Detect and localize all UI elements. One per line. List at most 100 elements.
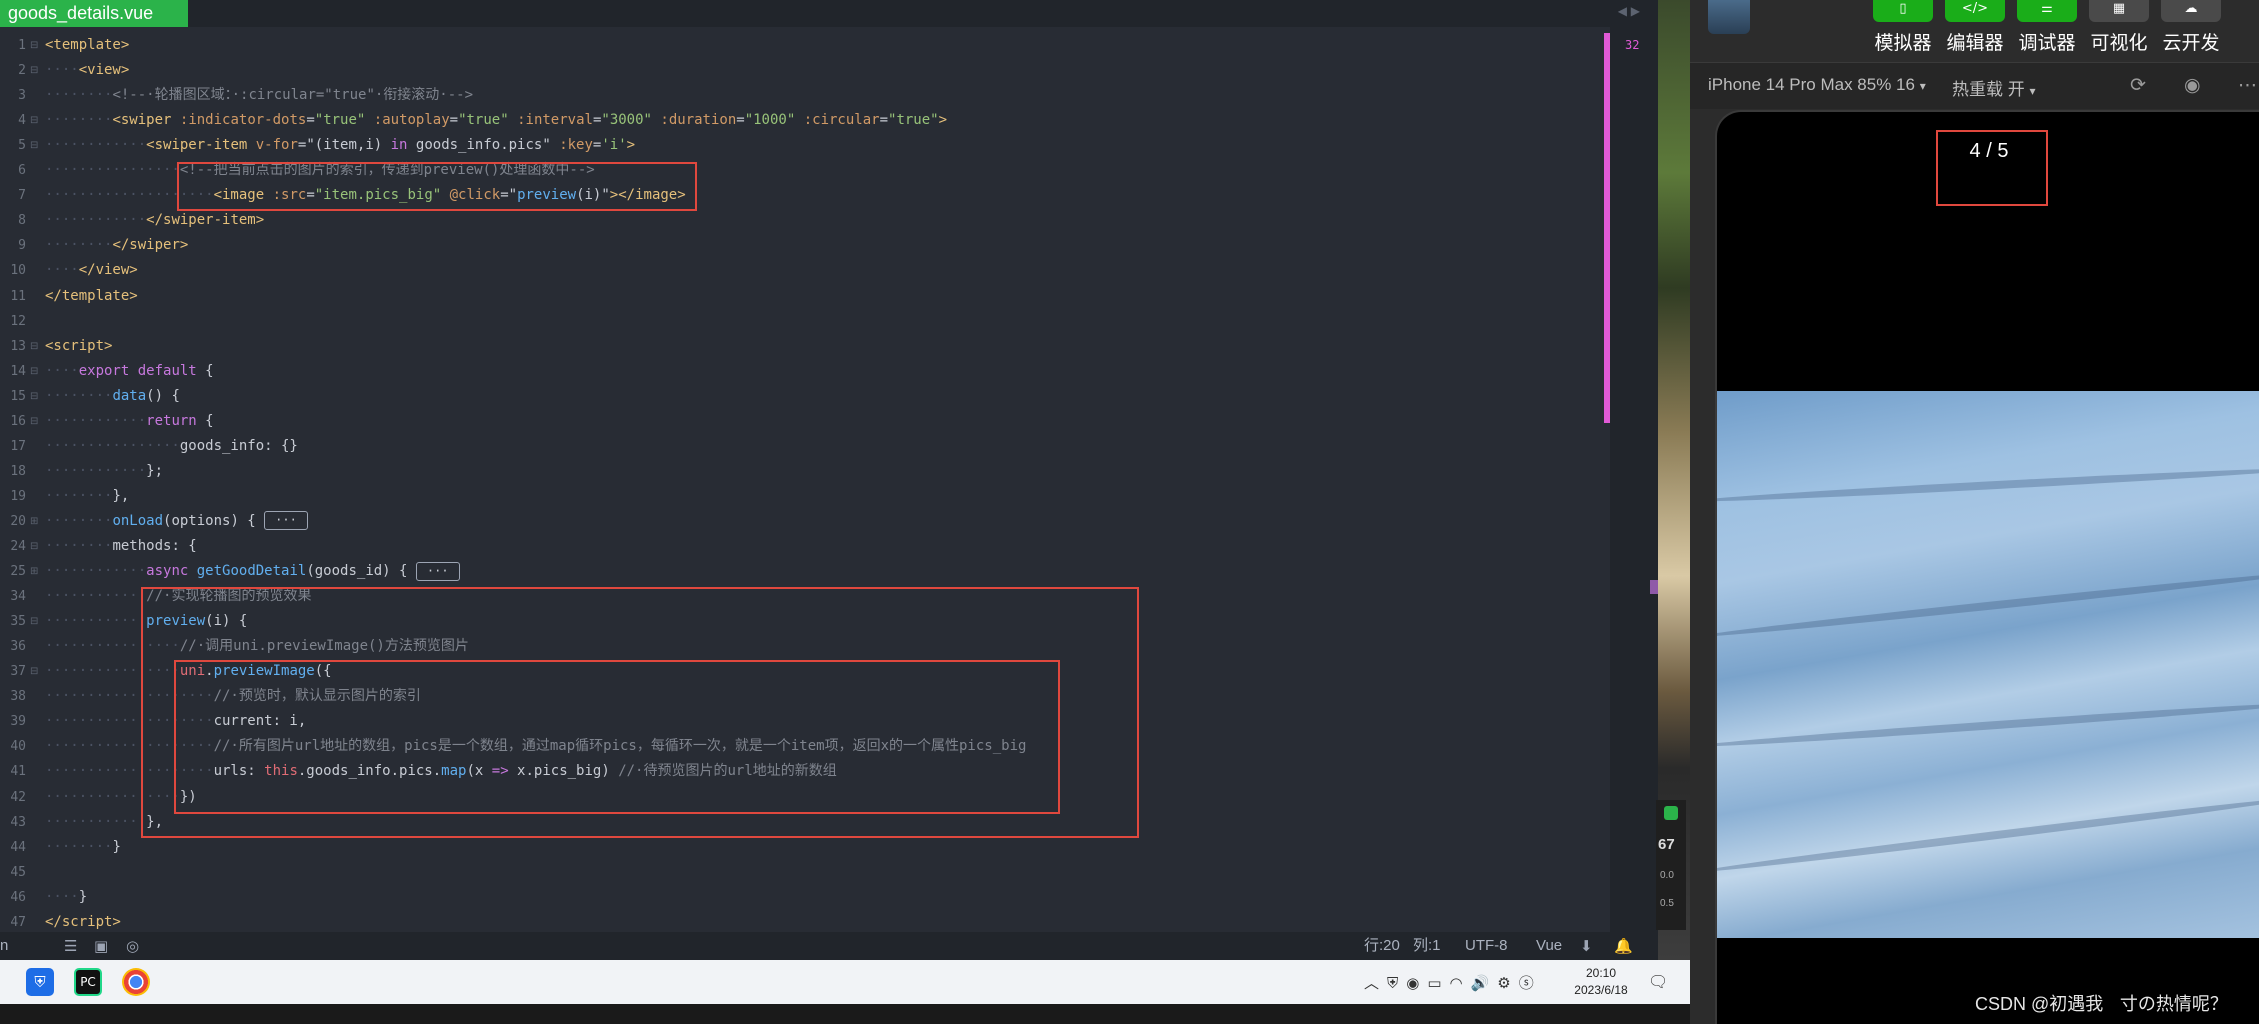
fold-collapse-icon[interactable]: ⊟ (30, 334, 38, 359)
code-line[interactable]: ················}) (45, 785, 197, 810)
code-line[interactable]: ········<swiper :indicator-dots="true" :… (45, 108, 947, 133)
fold-collapse-icon[interactable]: ⊟ (30, 384, 38, 409)
line-number[interactable]: 34 (0, 584, 26, 609)
pycharm-icon[interactable]: PC (74, 968, 102, 996)
fold-expand-icon[interactable]: ⊞ (30, 559, 38, 584)
fold-collapse-icon[interactable]: ⊟ (30, 58, 38, 83)
bell-icon[interactable]: 🔔 (1614, 938, 1633, 954)
code-line[interactable]: ············return { (45, 409, 214, 434)
line-number[interactable]: 42 (0, 785, 26, 810)
line-number[interactable]: 24 (0, 534, 26, 559)
code-line[interactable]: ········}, (45, 484, 129, 509)
hot-reload-toggle[interactable]: 热重载 开 ▾ (1952, 75, 2036, 100)
line-number[interactable]: 9 (0, 233, 26, 258)
line-number[interactable]: 18 (0, 459, 26, 484)
rotate-icon[interactable]: ⟳ (2130, 74, 2146, 96)
line-number[interactable]: 19 (0, 484, 26, 509)
code-line[interactable]: ········<!--·轮播图区域：·:circular="true"·衔接滚… (45, 83, 473, 108)
line-number[interactable]: 1 (0, 33, 26, 58)
notification-icon[interactable]: 🗨 (1648, 972, 1668, 991)
system-tray[interactable]: ︿⛨◉▭◠🔊⚙ⓢ (1364, 972, 1542, 993)
file-tab[interactable]: goods_details.vue (0, 0, 188, 27)
code-line[interactable]: ············}; (45, 459, 163, 484)
code-line[interactable]: ············}, (45, 810, 163, 835)
more-icon[interactable]: ⋯ (2238, 74, 2257, 96)
avatar[interactable] (1708, 0, 1750, 34)
editor-tool[interactable]: </> 编辑器 (1940, 0, 2010, 55)
code-line[interactable]: <script> (45, 334, 112, 359)
line-number[interactable]: 4 (0, 108, 26, 133)
tab-scroll-arrows-icon[interactable]: ◀ ▶ (1618, 4, 1640, 18)
line-number[interactable]: 6 (0, 158, 26, 183)
line-number[interactable]: 13 (0, 334, 26, 359)
scrollbar-thumb[interactable] (1604, 33, 1610, 423)
code-line[interactable]: <template> (45, 33, 129, 58)
line-number[interactable]: 5 (0, 133, 26, 158)
code-line[interactable]: </template> (45, 284, 138, 309)
fold-collapse-icon[interactable]: ⊟ (30, 609, 38, 634)
code-line[interactable]: ············<swiper-item v-for="(item,i)… (45, 133, 635, 158)
code-line[interactable]: ········methods: { (45, 534, 197, 559)
line-number[interactable]: 16 (0, 409, 26, 434)
code-line[interactable]: ····················<image :src="item.pi… (45, 183, 686, 208)
minimap[interactable] (1610, 27, 1658, 932)
code-editor[interactable]: goods_details.vue ◀ ▶ 1 ⊟ <template> 2 ⊟ ····… (0, 0, 1658, 960)
code-line[interactable]: ········</swiper> (45, 233, 188, 258)
line-number[interactable]: 3 (0, 83, 26, 108)
outline-icon[interactable]: ☰ (64, 938, 77, 954)
fold-collapse-icon[interactable]: ⊟ (30, 359, 38, 384)
line-number[interactable]: 37 (0, 659, 26, 684)
code-line[interactable]: </script> (45, 910, 121, 935)
line-number[interactable]: 45 (0, 860, 26, 885)
stop-icon[interactable]: ◉ (2184, 74, 2201, 96)
line-number[interactable]: 40 (0, 734, 26, 759)
line-number[interactable]: 35 (0, 609, 26, 634)
fold-collapse-icon[interactable]: ⊟ (30, 409, 38, 434)
code-line[interactable]: ····</view> (45, 258, 138, 283)
line-number[interactable]: 17 (0, 434, 26, 459)
line-number[interactable]: 12 (0, 309, 26, 334)
fold-expand-icon[interactable]: ⊞ (30, 509, 38, 534)
code-line[interactable]: ········} (45, 835, 121, 860)
code-line[interactable]: ····export default { (45, 359, 214, 384)
debugger-tool[interactable]: ⚌ 调试器 (2012, 0, 2082, 55)
line-number[interactable]: 46 (0, 885, 26, 910)
download-icon[interactable]: ⬇ (1580, 938, 1593, 954)
shield-app-icon[interactable]: ⛨ (26, 968, 54, 996)
phone-screen[interactable]: 4 / 5 (1715, 110, 2259, 1024)
line-number[interactable]: 36 (0, 634, 26, 659)
chrome-icon[interactable] (122, 968, 150, 996)
preview-image[interactable] (1717, 391, 2259, 938)
line-number[interactable]: 43 (0, 810, 26, 835)
cursor-row[interactable]: 行:20 (1364, 932, 1400, 960)
line-number[interactable]: 8 (0, 208, 26, 233)
code-line[interactable]: ····················current: i, (45, 709, 306, 734)
line-number[interactable]: 14 (0, 359, 26, 384)
line-number[interactable]: 47 (0, 910, 26, 935)
line-number[interactable]: 7 (0, 183, 26, 208)
code-line[interactable]: ················//·调用uni.previewImage()方… (45, 634, 469, 659)
code-line[interactable]: ····················urls: this.goods_inf… (45, 759, 837, 784)
device-selector[interactable]: iPhone 14 Pro Max 85% 16 ▾ (1708, 75, 1926, 95)
preview-icon[interactable]: ◎ (126, 938, 139, 954)
code-line[interactable]: ············async getGoodDetail(goods_id… (45, 559, 460, 584)
language-mode[interactable]: Vue (1536, 932, 1562, 960)
encoding-indicator[interactable]: UTF-8 (1465, 932, 1508, 960)
code-line[interactable]: ····<view> (45, 58, 129, 83)
code-line[interactable]: ················<!--把当前点击的图片的索引，传递到previ… (45, 158, 595, 183)
simulator-tool[interactable]: ▯ 模拟器 (1868, 0, 1938, 55)
code-line[interactable]: ············preview(i) { (45, 609, 247, 634)
line-number[interactable]: 39 (0, 709, 26, 734)
fold-collapse-icon[interactable]: ⊟ (30, 33, 38, 58)
fold-collapse-icon[interactable]: ⊟ (30, 133, 38, 158)
cloud-tool[interactable]: ☁ 云开发 (2156, 0, 2226, 55)
line-number[interactable]: 25 (0, 559, 26, 584)
code-line[interactable]: ············</swiper-item> (45, 208, 264, 233)
line-number[interactable]: 11 (0, 284, 26, 309)
code-line[interactable]: ········onLoad(options) { ··· (45, 509, 308, 534)
line-number[interactable]: 41 (0, 759, 26, 784)
line-number[interactable]: 2 (0, 58, 26, 83)
line-number[interactable]: 44 (0, 835, 26, 860)
visual-tool[interactable]: ▦ 可视化 (2084, 0, 2154, 55)
code-line[interactable]: ····················//·所有图片url地址的数组，pics… (45, 734, 1026, 759)
